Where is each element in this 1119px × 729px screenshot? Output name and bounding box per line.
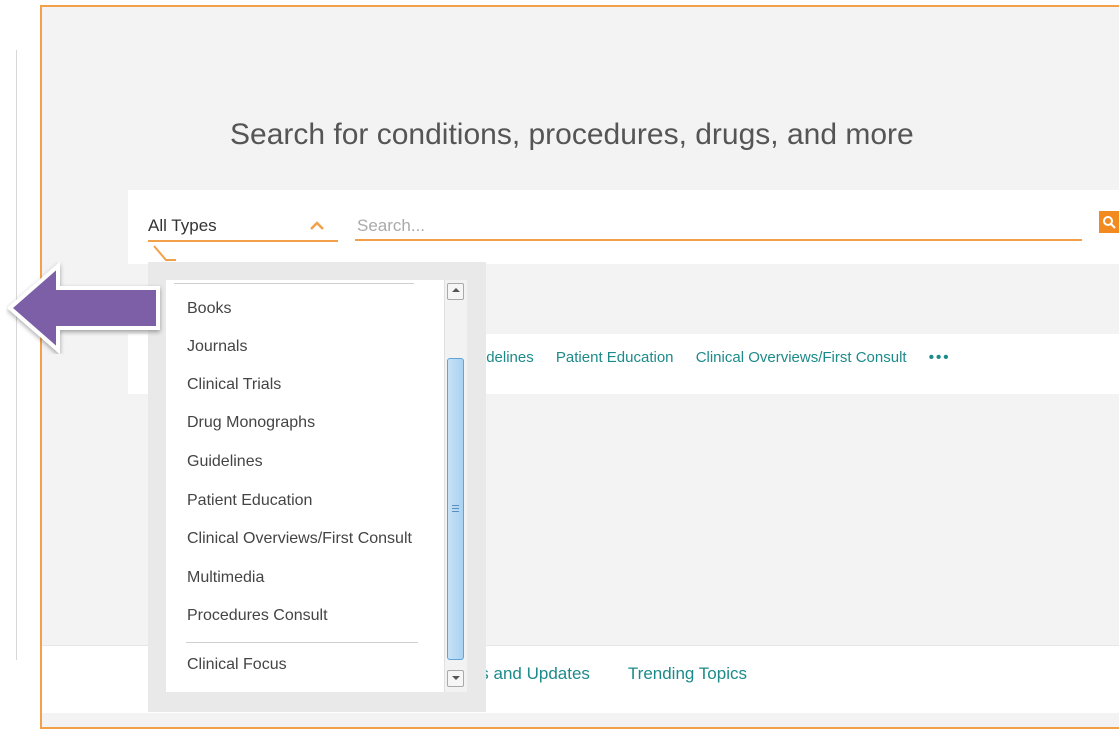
- type-selector[interactable]: All Types: [148, 212, 336, 240]
- search-input[interactable]: [355, 212, 1082, 241]
- dropdown-option-journals[interactable]: Journals: [187, 338, 247, 356]
- tab-news-and-updates[interactable]: ws and Updates: [468, 664, 590, 683]
- dropdown-option-guidelines[interactable]: Guidelines: [187, 453, 263, 471]
- left-arrow-annotation: [6, 262, 160, 354]
- chevron-up-icon: [310, 221, 324, 230]
- dropdown-option-procedures-consult[interactable]: Procedures Consult: [187, 607, 328, 625]
- scroll-down-arrow-icon[interactable]: [447, 670, 464, 687]
- type-dropdown-menu: Books Journals Clinical Trials Drug Mono…: [148, 262, 486, 712]
- dropdown-option-clinical-focus[interactable]: Clinical Focus: [187, 656, 287, 674]
- page-heading: Search for conditions, procedures, drugs…: [230, 118, 914, 151]
- scrollbar-thumb[interactable]: [447, 358, 464, 660]
- dropdown-option-clinical-overviews[interactable]: Clinical Overviews/First Consult: [187, 530, 412, 548]
- type-selector-label: All Types: [148, 216, 217, 235]
- dropdown-list: Books Journals Clinical Trials Drug Mono…: [166, 280, 450, 692]
- dropdown-divider: [186, 642, 418, 643]
- content-type-clinical-overviews[interactable]: Clinical Overviews/First Consult: [696, 349, 907, 366]
- more-types-button[interactable]: •••: [929, 349, 951, 366]
- type-selector-underline: [148, 240, 338, 242]
- dropdown-option-patient-education[interactable]: Patient Education: [187, 492, 312, 510]
- search-icon: [1103, 216, 1116, 229]
- left-page-edge: [0, 50, 17, 660]
- tab-trending-topics[interactable]: Trending Topics: [628, 664, 747, 683]
- scrollbar-grip-icon: [452, 505, 459, 506]
- dropdown-option-clinical-trials[interactable]: Clinical Trials: [187, 376, 281, 394]
- dropdown-pointer: [153, 245, 176, 261]
- dropdown-option-multimedia[interactable]: Multimedia: [187, 569, 264, 587]
- content-type-patient-education[interactable]: Patient Education: [556, 349, 674, 366]
- dropdown-scrollbar[interactable]: [444, 280, 467, 692]
- dropdown-top-divider: [174, 283, 414, 284]
- bottom-tabs: ws and Updates Trending Topics: [468, 664, 747, 684]
- dropdown-option-books[interactable]: Books: [187, 300, 231, 318]
- scroll-up-arrow-icon[interactable]: [447, 283, 464, 300]
- dropdown-option-drug-monographs[interactable]: Drug Monographs: [187, 414, 315, 432]
- search-button[interactable]: [1099, 211, 1119, 233]
